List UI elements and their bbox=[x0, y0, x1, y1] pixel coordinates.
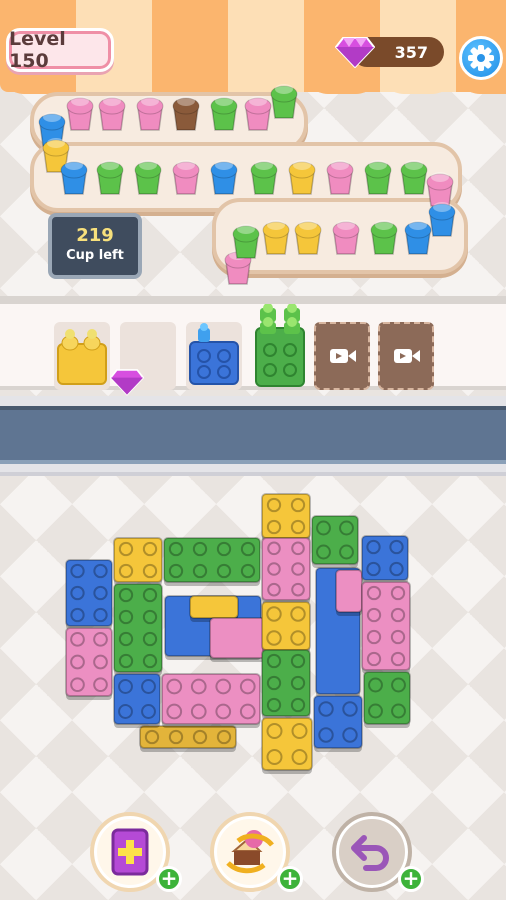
cup bbox=[326, 160, 354, 195]
green-brick bbox=[255, 303, 305, 387]
gem-icon bbox=[110, 369, 144, 396]
undo-icon bbox=[351, 835, 389, 871]
brick[interactable] bbox=[313, 695, 363, 752]
brick[interactable] bbox=[113, 583, 163, 676]
brick[interactable] bbox=[163, 537, 261, 586]
cup bbox=[66, 96, 94, 131]
slot-5-video-locked[interactable] bbox=[314, 322, 370, 390]
shuffle-cake-icon bbox=[226, 830, 274, 874]
brick[interactable] bbox=[363, 671, 411, 728]
cup bbox=[210, 96, 238, 131]
add-card-plus[interactable]: + bbox=[156, 866, 182, 892]
undo-plus[interactable]: + bbox=[398, 866, 424, 892]
cup bbox=[60, 160, 88, 195]
brick-pile[interactable] bbox=[0, 490, 506, 790]
cup bbox=[270, 84, 298, 119]
slot-1[interactable] bbox=[54, 322, 110, 390]
shuffle-plus[interactable]: + bbox=[277, 866, 303, 892]
gear-icon bbox=[468, 45, 494, 71]
cup bbox=[364, 160, 392, 195]
cup bbox=[404, 220, 432, 255]
gem-icon bbox=[335, 37, 375, 68]
slot-bar bbox=[0, 296, 506, 396]
brick[interactable] bbox=[113, 673, 161, 728]
blue-brick bbox=[189, 323, 239, 385]
slot-3[interactable] bbox=[186, 322, 242, 390]
brick[interactable] bbox=[139, 725, 237, 752]
cup bbox=[428, 202, 456, 237]
cup bbox=[244, 96, 272, 131]
cup bbox=[172, 96, 200, 131]
brick[interactable] bbox=[261, 493, 311, 542]
brick[interactable] bbox=[261, 649, 311, 720]
cup bbox=[136, 96, 164, 131]
cup bbox=[96, 160, 124, 195]
cup bbox=[288, 160, 316, 195]
video-camera-icon bbox=[330, 349, 356, 363]
cup bbox=[134, 160, 162, 195]
video-camera-icon bbox=[394, 349, 420, 363]
brick[interactable] bbox=[209, 617, 267, 662]
level-badge: Level 150 bbox=[6, 28, 114, 72]
cup bbox=[232, 224, 260, 259]
brick[interactable] bbox=[261, 717, 313, 774]
cup bbox=[400, 160, 428, 195]
cup bbox=[426, 172, 454, 207]
cup bbox=[210, 160, 238, 195]
cup bbox=[262, 220, 290, 255]
cup bbox=[172, 160, 200, 195]
brick[interactable] bbox=[335, 569, 363, 616]
brick[interactable] bbox=[311, 515, 359, 568]
cup bbox=[294, 220, 322, 255]
cups-left-panel: 219 Cup left bbox=[48, 213, 142, 279]
cup bbox=[370, 220, 398, 255]
brick[interactable] bbox=[361, 535, 409, 584]
settings-button[interactable] bbox=[459, 36, 503, 80]
yellow-brick bbox=[57, 329, 107, 385]
brick[interactable] bbox=[261, 537, 311, 604]
card-plus-icon bbox=[111, 828, 149, 876]
divider-band bbox=[0, 396, 506, 476]
brick[interactable] bbox=[361, 581, 411, 674]
slot-4[interactable] bbox=[252, 303, 308, 390]
brick[interactable] bbox=[65, 559, 113, 630]
brick[interactable] bbox=[161, 673, 261, 728]
brick[interactable] bbox=[65, 627, 113, 700]
cups-left-count: 219 bbox=[76, 225, 114, 246]
brick[interactable] bbox=[113, 537, 163, 586]
slot-6-video-locked[interactable] bbox=[378, 322, 434, 390]
cup bbox=[98, 96, 126, 131]
brick[interactable] bbox=[261, 601, 311, 654]
cup bbox=[250, 160, 278, 195]
cup bbox=[332, 220, 360, 255]
cups-left-label: Cup left bbox=[66, 248, 124, 263]
